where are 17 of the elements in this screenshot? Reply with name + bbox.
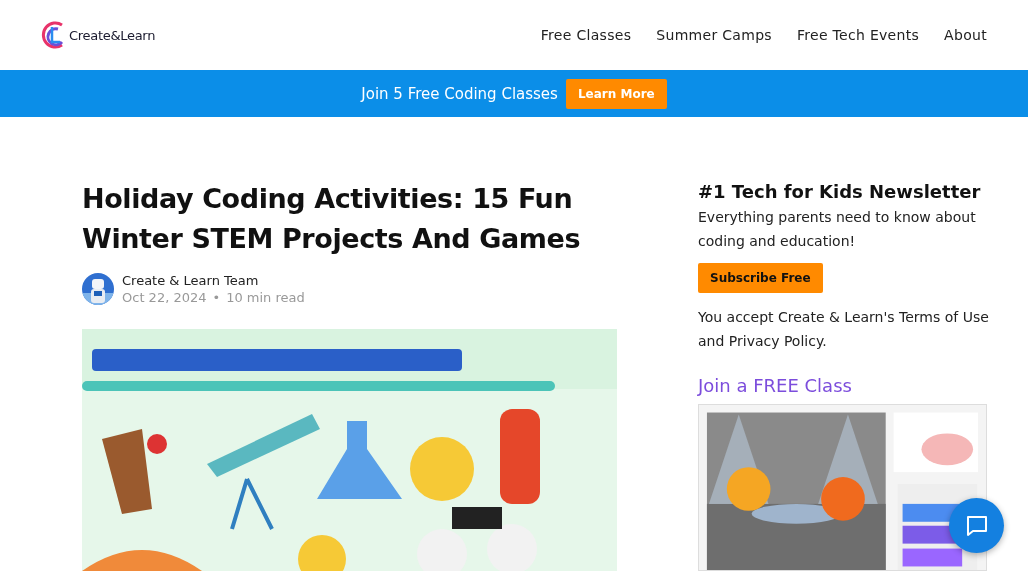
nav-link[interactable]: About bbox=[944, 27, 987, 43]
terms-text: You accept Create & Learn's Terms of Use and Privacy Policy. bbox=[698, 308, 990, 351]
newsletter-heading: #1 Tech for Kids Newsletter bbox=[698, 180, 982, 204]
banner-text: Join 5 Free Coding Classes bbox=[361, 84, 558, 103]
subscribe-button[interactable]: Subscribe Free bbox=[698, 263, 823, 293]
nav-link[interactable]: Summer Camps bbox=[656, 27, 772, 43]
article-title: Holiday Coding Activities: 15 Fun Winter STEM Projects And Games bbox=[82, 182, 582, 256]
nav-link[interactable]: Free Tech Events bbox=[796, 27, 920, 43]
chat-icon bbox=[964, 513, 989, 538]
newsletter-description: Everything parents need to know about coding and education! bbox=[698, 208, 977, 251]
nav-link[interactable]: Free Classes bbox=[540, 27, 632, 43]
logo-text[interactable]: Create&Learn bbox=[69, 27, 156, 43]
separator-dot: • bbox=[212, 290, 221, 305]
author-name[interactable]: Create & Learn Team bbox=[122, 273, 305, 288]
read-time: 10 min read bbox=[226, 290, 305, 305]
post-date: Oct 22, 2024 bbox=[122, 290, 207, 305]
class-heading[interactable]: Join a FREE Class bbox=[698, 375, 990, 396]
